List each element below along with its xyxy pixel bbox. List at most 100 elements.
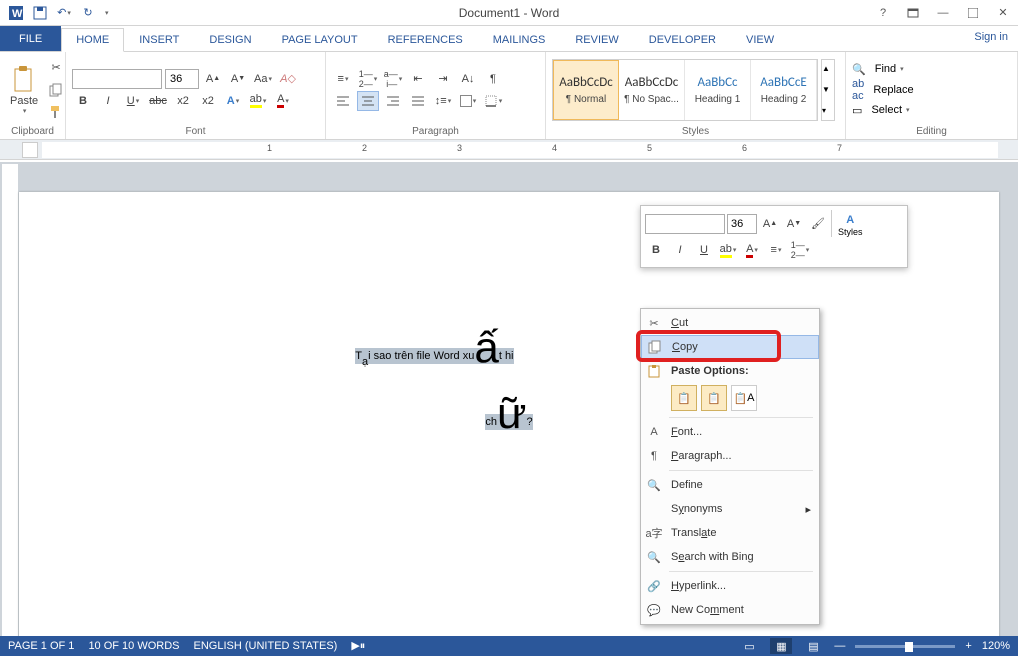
cm-cut[interactable]: ✂Cut xyxy=(641,311,819,335)
paste-text-only[interactable]: 📋A xyxy=(731,385,757,411)
zoom-slider[interactable] xyxy=(855,645,955,648)
replace-button[interactable]: abac Replace xyxy=(852,78,914,102)
find-button[interactable]: 🔍 Find▾ xyxy=(852,63,904,76)
ruler-horizontal[interactable]: 123 456 7 xyxy=(0,140,1018,160)
mini-bullets[interactable]: ≡▾ xyxy=(765,240,787,260)
font-name-input[interactable] xyxy=(72,69,162,89)
paste-button[interactable]: Paste ▾ xyxy=(6,63,42,117)
grow-font-button[interactable]: A▲ xyxy=(202,69,224,89)
tab-view[interactable]: VIEW xyxy=(731,28,789,51)
shading-button[interactable]: ▾ xyxy=(457,91,479,111)
style-normal[interactable]: AaBbCcDc¶ Normal xyxy=(553,60,619,120)
paste-keep-source[interactable]: 📋 xyxy=(671,385,697,411)
cm-copy[interactable]: Copy xyxy=(641,335,819,359)
text-effects-button[interactable]: A▾ xyxy=(222,91,244,111)
justify-button[interactable] xyxy=(407,91,429,111)
mini-styles-button[interactable]: A Styles xyxy=(831,210,863,237)
change-case-button[interactable]: Aa▾ xyxy=(252,69,274,89)
line-spacing-button[interactable]: ↕≡▾ xyxy=(432,91,454,111)
borders-button[interactable]: ▾ xyxy=(482,91,504,111)
cm-hyperlink[interactable]: 🔗Hyperlink... xyxy=(641,574,819,598)
minimize-icon[interactable]: — xyxy=(928,0,958,25)
font-size-input[interactable] xyxy=(165,69,199,89)
zoom-level[interactable]: 120% xyxy=(982,640,1010,652)
tab-developer[interactable]: DEVELOPER xyxy=(634,28,731,51)
copy-button[interactable] xyxy=(45,80,67,100)
cm-define[interactable]: 🔍Define xyxy=(641,473,819,497)
cm-synonyms[interactable]: Synonyms▸ xyxy=(641,497,819,521)
mini-shrink-font[interactable]: A▼ xyxy=(783,214,805,234)
view-print-layout[interactable]: ▦ xyxy=(770,638,792,654)
select-button[interactable]: ▭ Select▾ xyxy=(852,104,910,117)
styles-gallery[interactable]: AaBbCcDc¶ Normal AaBbCcDc¶ No Spac... Aa… xyxy=(552,59,818,121)
tab-design[interactable]: DESIGN xyxy=(194,28,266,51)
qat-customize-icon[interactable]: ▾ xyxy=(105,9,109,17)
redo-icon[interactable]: ↻ xyxy=(80,5,96,21)
cm-translate[interactable]: a字Translate xyxy=(641,521,819,545)
save-icon[interactable] xyxy=(32,5,48,21)
tab-mailings[interactable]: MAILINGS xyxy=(478,28,561,51)
subscript-button[interactable]: x2 xyxy=(172,91,194,111)
mini-font-size[interactable] xyxy=(727,214,757,234)
mini-grow-font[interactable]: A▲ xyxy=(759,214,781,234)
ruler-vertical[interactable] xyxy=(2,164,18,636)
status-words[interactable]: 10 OF 10 WORDS xyxy=(88,640,179,652)
close-icon[interactable]: ✕ xyxy=(988,0,1018,25)
paste-merge[interactable]: 📋 xyxy=(701,385,727,411)
strikethrough-button[interactable]: abc xyxy=(147,91,169,111)
sign-in-link[interactable]: Sign in xyxy=(974,31,1008,43)
multilevel-list-button[interactable]: a— i—▾ xyxy=(382,69,404,89)
font-color-button[interactable]: A▾ xyxy=(272,91,294,111)
mini-numbering[interactable]: 1—2—▾ xyxy=(789,240,811,260)
mini-font-name[interactable] xyxy=(645,214,725,234)
increase-indent-button[interactable]: ⇥ xyxy=(432,69,454,89)
maximize-icon[interactable] xyxy=(958,0,988,25)
status-language[interactable]: ENGLISH (UNITED STATES) xyxy=(194,640,338,652)
shrink-font-button[interactable]: A▼ xyxy=(227,69,249,89)
tab-insert[interactable]: INSERT xyxy=(124,28,194,51)
zoom-out[interactable]: — xyxy=(834,640,845,652)
decrease-indent-button[interactable]: ⇤ xyxy=(407,69,429,89)
view-web-layout[interactable]: ▤ xyxy=(802,638,824,654)
italic-button[interactable]: I xyxy=(97,91,119,111)
cm-paragraph[interactable]: ¶Paragraph... xyxy=(641,444,819,468)
tab-file[interactable]: FILE xyxy=(0,26,61,51)
tab-review[interactable]: REVIEW xyxy=(560,28,633,51)
clear-formatting-button[interactable]: A◇ xyxy=(277,69,299,89)
styles-up-icon[interactable]: ▲ xyxy=(822,64,830,73)
show-marks-button[interactable]: ¶ xyxy=(482,69,504,89)
style-no-spacing[interactable]: AaBbCcDc¶ No Spac... xyxy=(619,60,685,120)
view-read-mode[interactable]: ▭ xyxy=(738,638,760,654)
zoom-in[interactable]: + xyxy=(965,640,971,652)
underline-button[interactable]: U▾ xyxy=(122,91,144,111)
status-macro-icon[interactable]: ▶⏸ xyxy=(351,639,365,653)
ribbon-options-icon[interactable] xyxy=(898,0,928,25)
styles-down-icon[interactable]: ▼ xyxy=(822,85,830,94)
mini-italic[interactable]: I xyxy=(669,240,691,260)
mini-underline[interactable]: U xyxy=(693,240,715,260)
bold-button[interactable]: B xyxy=(72,91,94,111)
tab-references[interactable]: REFERENCES xyxy=(373,28,478,51)
superscript-button[interactable]: x2 xyxy=(197,91,219,111)
status-page[interactable]: PAGE 1 OF 1 xyxy=(8,640,74,652)
help-icon[interactable]: ? xyxy=(868,0,898,25)
cm-font[interactable]: AFont... xyxy=(641,420,819,444)
align-left-button[interactable] xyxy=(332,91,354,111)
cm-new-comment[interactable]: 💬New Comment xyxy=(641,598,819,622)
mini-highlight[interactable]: ab▾ xyxy=(717,240,739,260)
mini-font-color[interactable]: A▾ xyxy=(741,240,763,260)
format-painter-button[interactable] xyxy=(45,102,67,122)
mini-format-painter[interactable]: 🖌 xyxy=(807,214,829,234)
styles-more-icon[interactable]: ▾ xyxy=(822,106,826,115)
highlight-button[interactable]: ab▾ xyxy=(247,91,269,111)
mini-bold[interactable]: B xyxy=(645,240,667,260)
document-text[interactable]: Tại sao trên file Word xuất hint chữ? xyxy=(19,312,999,444)
style-heading-2[interactable]: AaBbCcEHeading 2 xyxy=(751,60,817,120)
bullets-button[interactable]: ≡▾ xyxy=(332,69,354,89)
undo-icon[interactable]: ↶▾ xyxy=(56,5,72,21)
align-right-button[interactable] xyxy=(382,91,404,111)
align-center-button[interactable] xyxy=(357,91,379,111)
cm-search-bing[interactable]: 🔍Search with Bing xyxy=(641,545,819,569)
sort-button[interactable]: A↓ xyxy=(457,69,479,89)
tab-home[interactable]: HOME xyxy=(61,28,124,52)
